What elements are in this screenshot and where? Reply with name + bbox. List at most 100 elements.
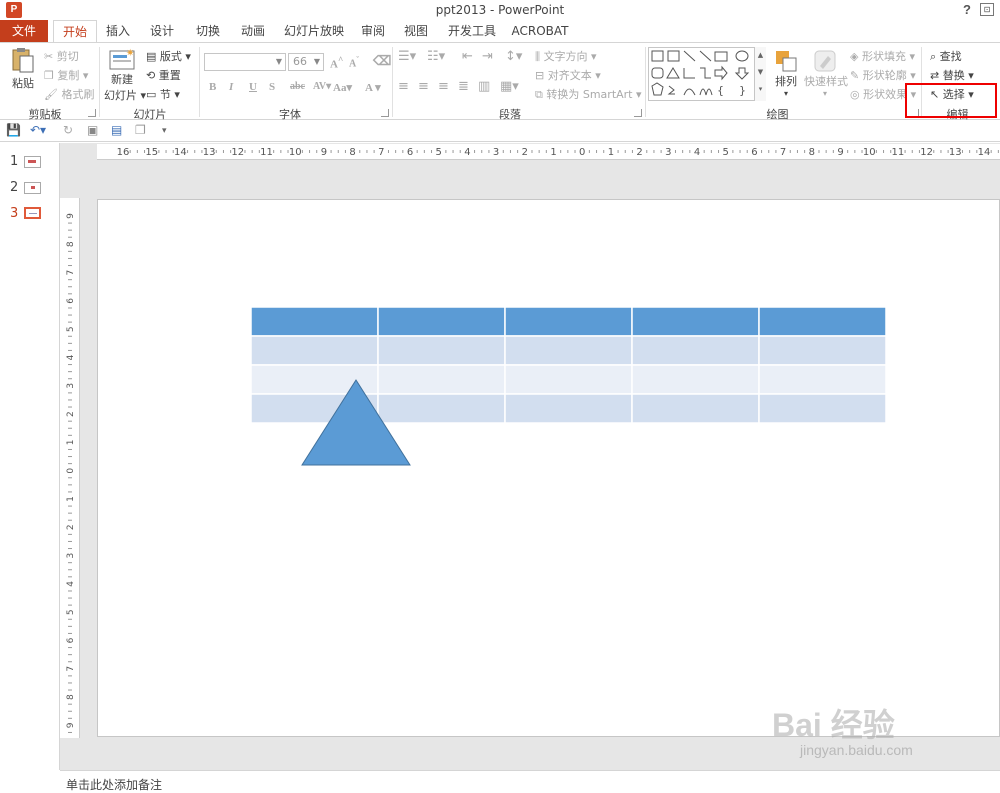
copy-icon: ❐ [44, 69, 54, 82]
ribbon-display-options-icon[interactable]: ⊡ [980, 3, 994, 16]
font-launcher-icon[interactable] [381, 109, 389, 117]
more-icon[interactable]: ▾ [755, 81, 766, 98]
distributed-icon[interactable]: ▥ [478, 79, 490, 94]
new-slide-button[interactable]: ✷ 新建 幻灯片 ▾ [104, 47, 146, 103]
table-cell[interactable] [758, 335, 887, 366]
reset-button[interactable]: ⟲ 重置 [146, 67, 181, 83]
font-name-combo[interactable]: ▼ [204, 53, 286, 71]
shape-fill-button[interactable]: ◈ 形状填充 ▾ [850, 48, 915, 64]
format-painter-button[interactable]: 🖌 格式刷 [44, 86, 94, 102]
tab-transitions[interactable]: 切换 [190, 20, 226, 42]
table-cell[interactable] [250, 335, 379, 366]
align-text-button[interactable]: ⊟ 对齐文本 ▾ [535, 67, 601, 83]
table-cell[interactable] [504, 306, 633, 337]
align-left-icon[interactable]: ≡ [398, 79, 409, 94]
quick-styles-icon [814, 50, 836, 72]
notes-pane[interactable]: 单击此处添加备注 [60, 770, 1000, 792]
table-cell[interactable] [758, 306, 887, 337]
table-cell[interactable] [631, 306, 760, 337]
bold-button[interactable]: B [209, 81, 216, 93]
table-cell[interactable] [758, 364, 887, 395]
clear-formatting-icon[interactable]: ⌫ [373, 53, 391, 69]
print-preview-icon[interactable]: ❐ [135, 123, 146, 137]
table-cell[interactable] [377, 393, 506, 424]
align-center-icon[interactable]: ≡ [418, 79, 429, 94]
bullets-icon[interactable]: ☰▾ [398, 49, 416, 64]
shapes-gallery-scroll[interactable]: ▲ ▼ ▾ [754, 47, 766, 101]
paragraph-launcher-icon[interactable] [634, 109, 642, 117]
down-arrow-shape-icon [734, 67, 750, 80]
italic-button[interactable]: I [229, 81, 233, 93]
start-slideshow-icon[interactable]: ▣ [87, 123, 98, 137]
decrease-indent-icon[interactable]: ⇤ [462, 49, 473, 64]
tab-acrobat[interactable]: ACROBAT [508, 20, 572, 42]
character-spacing-button[interactable]: AV▾ [313, 81, 331, 92]
table-cell[interactable] [377, 335, 506, 366]
brush-icon: 🖌 [44, 88, 58, 101]
layout-button[interactable]: ▤ 版式 ▾ [146, 48, 191, 64]
tab-animations[interactable]: 动画 [235, 20, 271, 42]
paint-bucket-icon: ◈ [850, 50, 859, 63]
line-spacing-icon[interactable]: ↕▾ [505, 49, 522, 64]
slide-thumbnail-2[interactable] [24, 182, 41, 194]
find-button[interactable]: ⌕ 查找 [930, 48, 962, 64]
tab-review[interactable]: 审阅 [355, 20, 391, 42]
help-button[interactable]: ? [960, 2, 974, 17]
align-right-icon[interactable]: ≡ [438, 79, 449, 94]
increase-indent-icon[interactable]: ⇥ [482, 49, 493, 64]
shrink-font-button[interactable]: Aˇ [349, 55, 359, 69]
section-button[interactable]: ▭ 节 ▾ [146, 86, 180, 102]
save-icon[interactable]: 💾 [6, 123, 21, 137]
columns-icon[interactable]: ▦▾ [500, 79, 519, 94]
smartart-button[interactable]: ⧉ 转换为 SmartArt ▾ [535, 86, 642, 102]
new-slide-icon: ✷ [109, 48, 135, 70]
cut-button[interactable]: ✂ 剪切 [44, 48, 79, 64]
table-cell[interactable] [758, 393, 887, 424]
copy-button[interactable]: ❐ 复制 ▾ [44, 67, 88, 83]
font-size-combo[interactable]: 66 ▼ [288, 53, 324, 71]
table-cell[interactable] [504, 364, 633, 395]
table-cell[interactable] [250, 306, 379, 337]
tab-design[interactable]: 设计 [144, 20, 180, 42]
table-cell[interactable] [504, 393, 633, 424]
tab-insert[interactable]: 插入 [100, 20, 136, 42]
table-cell[interactable] [377, 306, 506, 337]
underline-button[interactable]: U [249, 81, 257, 93]
table-cell[interactable] [631, 393, 760, 424]
paste-button[interactable]: 粘贴 [8, 47, 38, 91]
customize-qat-icon[interactable]: ▾ [162, 126, 167, 136]
table-cell[interactable] [631, 364, 760, 395]
quick-styles-button[interactable]: 快速样式 ▾ [804, 49, 848, 98]
clipboard-launcher-icon[interactable] [88, 109, 96, 117]
arrange-button[interactable]: 排列 ▾ [770, 49, 802, 98]
tab-slideshow[interactable]: 幻灯片放映 [283, 20, 345, 42]
numbering-icon[interactable]: ☷▾ [427, 49, 445, 64]
grow-font-button[interactable]: A^ [330, 55, 343, 71]
justify-icon[interactable]: ≣ [458, 79, 469, 94]
change-case-button[interactable]: Aa▾ [333, 81, 352, 94]
undo-icon[interactable]: ↶▾ [30, 123, 46, 137]
save-as-icon[interactable]: ▤ [111, 123, 122, 137]
shapes-gallery[interactable]: {} [648, 47, 766, 101]
slide-canvas[interactable] [97, 199, 1000, 737]
font-color-button[interactable]: A ▾ [365, 81, 381, 94]
strikethrough-button[interactable]: abc [290, 81, 305, 92]
table-cell[interactable] [377, 364, 506, 395]
chevron-down-icon[interactable]: ▼ [755, 64, 766, 81]
paste-label: 粘贴 [12, 77, 34, 90]
text-shadow-button[interactable]: S [269, 81, 275, 93]
slide-thumbnail-3[interactable] [24, 207, 41, 219]
tab-home[interactable]: 开始 [53, 20, 97, 43]
tab-file[interactable]: 文件 [0, 20, 48, 42]
tab-developer[interactable]: 开发工具 [443, 20, 501, 42]
replace-button[interactable]: ⇄ 替换 ▾ [930, 67, 974, 83]
shape-outline-button[interactable]: ✎ 形状轮廓 ▾ [850, 67, 916, 83]
table-cell[interactable] [504, 335, 633, 366]
table-cell[interactable] [631, 335, 760, 366]
slide-thumbnail-1[interactable] [24, 156, 41, 168]
tab-view[interactable]: 视图 [398, 20, 434, 42]
chevron-up-icon[interactable]: ▲ [755, 47, 766, 64]
horizontal-ruler-ticks: 16 15 14 13 12 11 10 9 8 7 6 5 4 3 2 1 0 1 2 3 4 5 6 7 8 9 10 11 12 1… [117, 147, 999, 158]
redo-icon[interactable]: ↻ [63, 123, 73, 137]
text-direction-button[interactable]: ⫼ 文字方向 ▾ [535, 48, 597, 64]
